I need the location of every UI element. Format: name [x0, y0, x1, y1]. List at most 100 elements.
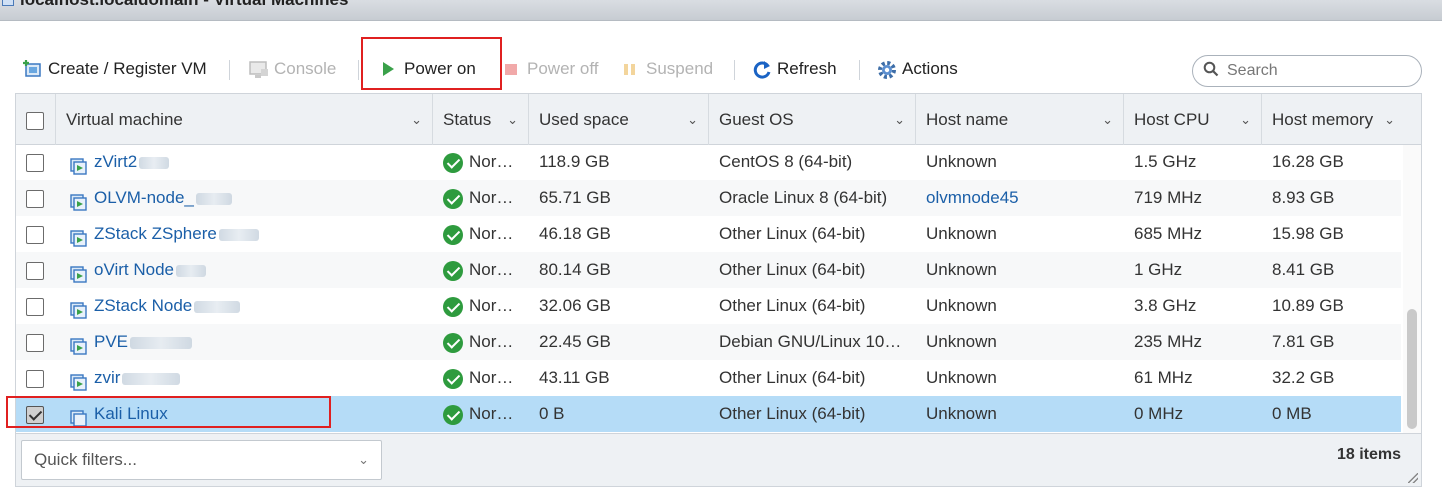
vm-icon: [68, 153, 88, 175]
column-header-used-space[interactable]: Used space ⌄: [529, 94, 709, 145]
column-label: Virtual machine: [66, 110, 183, 129]
window-title: localhost.localdomain - Virtual Machines: [20, 0, 348, 10]
power-on-button[interactable]: Power on: [378, 54, 476, 84]
used-value: 65.71 GB: [539, 188, 611, 207]
status-text: Nor…: [469, 152, 514, 171]
os-value: Debian GNU/Linux 10…: [719, 332, 902, 351]
scrollbar-thumb[interactable]: [1407, 309, 1417, 429]
search-input[interactable]: [1225, 61, 1405, 81]
column-label: Host CPU: [1134, 110, 1210, 129]
refresh-icon: [751, 59, 771, 79]
vm-name-link[interactable]: ZStack Node: [94, 296, 192, 315]
power-off-button[interactable]: Power off: [501, 54, 599, 84]
row-checkbox[interactable]: [26, 225, 44, 244]
row-checkbox[interactable]: [26, 261, 44, 280]
vm-icon: [68, 189, 88, 211]
vm-name-link[interactable]: zVirt2: [94, 152, 137, 171]
row-select-cell: [16, 180, 56, 216]
column-header-host-memory[interactable]: Host memory ⌄: [1262, 94, 1421, 145]
column-label: Status: [443, 110, 492, 129]
os-cell: Other Linux (64-bit): [709, 216, 916, 252]
vm-name-link[interactable]: PVE: [94, 332, 128, 351]
table-row[interactable]: ZStack ZSphere Nor… 46.18 GB Other Linux (6…: [16, 216, 1401, 252]
vm-name-link[interactable]: ZStack ZSphere: [94, 224, 217, 243]
used-cell: 43.11 GB: [529, 360, 709, 396]
used-cell: 22.45 GB: [529, 324, 709, 360]
status-cell: Nor…: [433, 216, 529, 252]
chevron-down-icon[interactable]: ⌄: [1240, 94, 1251, 145]
table-row[interactable]: OLVM-node_ Nor… 65.71 GB Oracle Linux 8 (64…: [16, 180, 1401, 216]
search-box[interactable]: [1192, 55, 1422, 87]
vm-icon: [68, 405, 88, 427]
status-text: Nor…: [469, 188, 514, 207]
table-row[interactable]: Kali Linux Nor… 0 B Other Linux (64-bit) Unk…: [16, 396, 1401, 432]
mem-cell: 0 MB: [1262, 396, 1401, 432]
check-circle-icon: [443, 188, 463, 209]
os-value: Other Linux (64-bit): [719, 404, 866, 423]
vm-name-cell: ZStack Node: [56, 288, 433, 324]
select-all-checkbox[interactable]: [26, 111, 44, 130]
column-label: Host memory: [1272, 110, 1374, 129]
used-cell: 46.18 GB: [529, 216, 709, 252]
select-all-column: [16, 94, 56, 145]
cpu-value: 61 MHz: [1134, 368, 1193, 387]
row-checkbox[interactable]: [26, 153, 44, 172]
vm-name-cell: zVirt2: [56, 145, 433, 180]
console-button[interactable]: Console: [248, 54, 336, 84]
column-header-virtual-machine[interactable]: Virtual machine ⌄: [56, 94, 433, 145]
vm-name-link[interactable]: OLVM-node_: [94, 188, 194, 207]
chevron-down-icon[interactable]: ⌄: [894, 94, 905, 145]
vm-name-cell: PVE: [56, 324, 433, 360]
host-value[interactable]: olvmnode45: [926, 188, 1019, 207]
row-checkbox[interactable]: [26, 297, 44, 316]
used-cell: 0 B: [529, 396, 709, 432]
suspend-button[interactable]: Suspend: [620, 54, 713, 84]
column-header-host-cpu[interactable]: Host CPU ⌄: [1124, 94, 1262, 145]
table-row[interactable]: ZStack Node Nor… 32.06 GB Other Linux (64-b…: [16, 288, 1401, 324]
column-header-status[interactable]: Status ⌄: [433, 94, 529, 145]
resize-grip[interactable]: [1408, 473, 1418, 483]
host-cell: Unknown: [916, 288, 1124, 324]
vertical-scrollbar[interactable]: [1403, 145, 1421, 433]
os-cell: CentOS 8 (64-bit): [709, 145, 916, 180]
status-cell: Nor…: [433, 288, 529, 324]
row-checkbox[interactable]: [26, 333, 44, 352]
status-cell: Nor…: [433, 180, 529, 216]
host-value: Unknown: [926, 296, 997, 315]
os-cell: Oracle Linux 8 (64-bit): [709, 180, 916, 216]
redacted-text: [122, 372, 181, 385]
redacted-text: [194, 300, 241, 313]
column-header-guest-os[interactable]: Guest OS ⌄: [709, 94, 916, 145]
chevron-down-icon[interactable]: ⌄: [507, 94, 518, 145]
chevron-down-icon[interactable]: ⌄: [411, 94, 422, 145]
grid-footer: Quick filters... ⌄ 18 items: [16, 433, 1421, 486]
refresh-button[interactable]: Refresh: [751, 54, 837, 84]
column-header-host-name[interactable]: Host name ⌄: [916, 94, 1124, 145]
table-row[interactable]: zvir Nor… 43.11 GB Other Linux (64-bit) Unkn…: [16, 360, 1401, 396]
table-row[interactable]: zVirt2 Nor… 118.9 GB CentOS 8 (64-bit) Unkno…: [16, 145, 1401, 180]
host-cell: Unknown: [916, 252, 1124, 288]
os-value: CentOS 8 (64-bit): [719, 152, 853, 171]
row-select-cell: [16, 216, 56, 252]
create-register-vm-button[interactable]: Create / Register VM: [22, 54, 207, 84]
check-circle-icon: [443, 404, 463, 425]
vm-name-link[interactable]: Kali Linux: [94, 404, 168, 423]
os-cell: Other Linux (64-bit): [709, 360, 916, 396]
vm-name-link[interactable]: zvir: [94, 368, 120, 387]
vm-name-link[interactable]: oVirt Node: [94, 260, 174, 279]
row-checkbox[interactable]: [26, 189, 44, 208]
chevron-down-icon[interactable]: ⌄: [687, 94, 698, 145]
quick-filters-label: Quick filters...: [34, 450, 137, 469]
row-checkbox[interactable]: [26, 405, 44, 424]
chevron-down-icon[interactable]: ⌄: [1384, 94, 1395, 145]
quick-filters-dropdown[interactable]: Quick filters... ⌄: [21, 440, 382, 480]
mem-cell: 32.2 GB: [1262, 360, 1401, 396]
host-cell: olvmnode45: [916, 180, 1124, 216]
actions-menu-button[interactable]: Actions: [876, 54, 958, 84]
used-cell: 65.71 GB: [529, 180, 709, 216]
table-row[interactable]: oVirt Node Nor… 80.14 GB Other Linux (64-bi…: [16, 252, 1401, 288]
row-checkbox[interactable]: [26, 369, 44, 388]
table-row[interactable]: PVE Nor… 22.45 GB Debian GNU/Linux 10… Unkno…: [16, 324, 1401, 360]
used-cell: 32.06 GB: [529, 288, 709, 324]
chevron-down-icon[interactable]: ⌄: [1102, 94, 1113, 145]
